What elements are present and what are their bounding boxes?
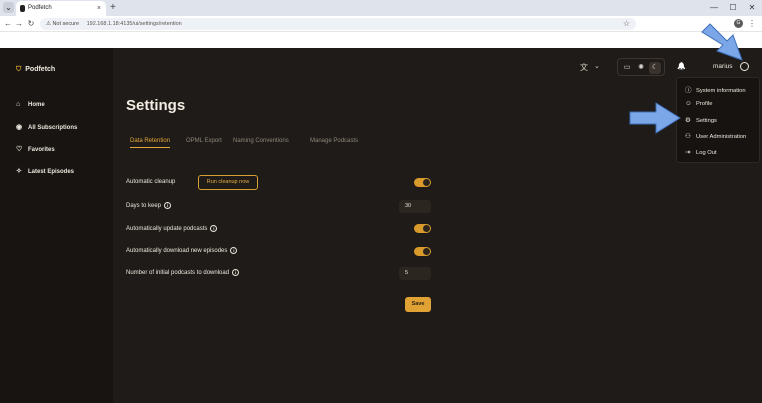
days-to-keep-label: Days to keep i — [126, 202, 172, 209]
browser-menu-icon[interactable]: ⋮ — [746, 16, 758, 32]
tab-naming-conventions[interactable]: Naming Conventions — [233, 138, 289, 144]
sidebar-item-latest-episodes[interactable]: ✧ Latest Episodes — [16, 167, 74, 175]
bell-icon[interactable]: 🔔 — [677, 62, 686, 70]
auto-update-toggle[interactable] — [414, 224, 431, 233]
maximize-window-button[interactable]: ☐ — [724, 0, 742, 16]
save-button[interactable]: Save — [405, 297, 431, 312]
automatic-cleanup-label: Automatic cleanup — [126, 179, 176, 185]
browser-tab-title: Podfetch — [28, 5, 52, 11]
url-text: 192.168.1.18:4135/ui/settings/retention — [86, 21, 182, 27]
light-theme-icon[interactable]: ✺ — [635, 62, 647, 74]
initial-podcasts-label: Number of initial podcasts to download i — [126, 269, 240, 276]
bookmark-star-icon[interactable]: ☆ — [623, 18, 630, 30]
close-tab-icon[interactable]: × — [97, 1, 101, 16]
info-icon[interactable]: i — [232, 269, 240, 276]
browser-toolbar: ← → ↻ ⚠ Not secure 192.168.1.18:4135/ui/… — [0, 16, 762, 32]
system-theme-icon[interactable]: ▭ — [621, 62, 633, 74]
user-dropdown-menu: ⓘ System information ☺ Profile ⚙ Settings ⚇… — [676, 77, 760, 163]
auto-update-label: Automatically update podcasts i — [126, 225, 218, 232]
podcast-icon: ◉ — [16, 124, 23, 131]
logout-icon: ⇥ — [685, 149, 691, 156]
tab-search-chevron-icon[interactable]: ⌄ — [3, 2, 14, 13]
app-logo-text: Podfetch — [25, 66, 56, 73]
menu-item-settings[interactable]: ⚙ Settings — [685, 116, 717, 124]
tab-data-retention[interactable]: Data Retention — [130, 138, 171, 148]
forward-icon[interactable]: → — [13, 16, 25, 32]
language-chevron-icon[interactable]: ⌄ — [594, 62, 600, 70]
info-icon[interactable]: i — [210, 225, 218, 232]
heart-icon: ♡ — [16, 146, 23, 153]
page-top-strip — [0, 32, 762, 48]
sidebar-item-favorites[interactable]: ♡ Favorites — [16, 145, 55, 153]
menu-item-system-information[interactable]: ⓘ System information — [685, 84, 746, 94]
sidebar-item-all-subscriptions[interactable]: ◉ All Subscriptions — [16, 123, 77, 131]
days-to-keep-input[interactable]: 30 — [399, 200, 431, 213]
menu-item-user-administration[interactable]: ⚇ User Administration — [685, 132, 746, 140]
run-cleanup-button[interactable]: Run cleanup now — [198, 175, 258, 190]
info-icon[interactable]: i — [164, 202, 172, 209]
not-secure-badge[interactable]: ⚠ Not secure — [46, 21, 79, 27]
user-avatar-icon[interactable] — [740, 62, 749, 71]
app-logo[interactable]: ⛉ Podfetch — [16, 66, 55, 74]
info-icon[interactable]: i — [230, 247, 238, 254]
browser-tab[interactable]: Podfetch × — [16, 1, 106, 16]
auto-download-toggle[interactable] — [414, 247, 431, 256]
browser-tab-bar: ⌄ Podfetch × + — ☐ ✕ — [0, 0, 762, 16]
menu-item-profile[interactable]: ☺ Profile — [685, 100, 712, 107]
sparkle-icon: ✧ — [16, 168, 22, 175]
profile-icon: ☺ — [685, 100, 692, 107]
gear-icon: ⚙ — [685, 117, 691, 124]
user-name[interactable]: marius — [713, 63, 733, 70]
address-bar[interactable]: ⚠ Not secure 192.168.1.18:4135/ui/settin… — [40, 18, 636, 30]
translate-icon[interactable]: 文 — [580, 62, 588, 73]
theme-switcher: ▭ ✺ ☾ — [617, 58, 665, 76]
minimize-window-button[interactable]: — — [705, 0, 723, 16]
info-circle-icon: ⓘ — [685, 87, 692, 94]
automatic-cleanup-toggle[interactable] — [414, 178, 431, 187]
close-window-button[interactable]: ✕ — [743, 0, 761, 16]
initial-podcasts-input[interactable]: 5 — [399, 267, 431, 280]
microphone-icon — [20, 5, 25, 12]
browser-profile-avatar[interactable]: G — [734, 19, 743, 28]
sidebar-item-home[interactable]: ⌂ Home — [16, 101, 45, 108]
podfetch-logo-icon: ⛉ — [16, 66, 22, 73]
tab-manage-podcasts[interactable]: Manage Podcasts — [310, 138, 358, 144]
dark-theme-icon[interactable]: ☾ — [649, 62, 661, 74]
tab-opml-export[interactable]: OPML Export — [186, 138, 222, 144]
menu-item-log-out[interactable]: ⇥ Log Out — [685, 148, 717, 156]
auto-download-label: Automatically download new episodes i — [126, 247, 238, 254]
home-icon: ⌂ — [16, 101, 21, 108]
page-title: Settings — [126, 97, 186, 114]
reload-icon[interactable]: ↻ — [25, 16, 37, 32]
new-tab-button[interactable]: + — [110, 1, 116, 15]
users-icon: ⚇ — [685, 133, 691, 140]
